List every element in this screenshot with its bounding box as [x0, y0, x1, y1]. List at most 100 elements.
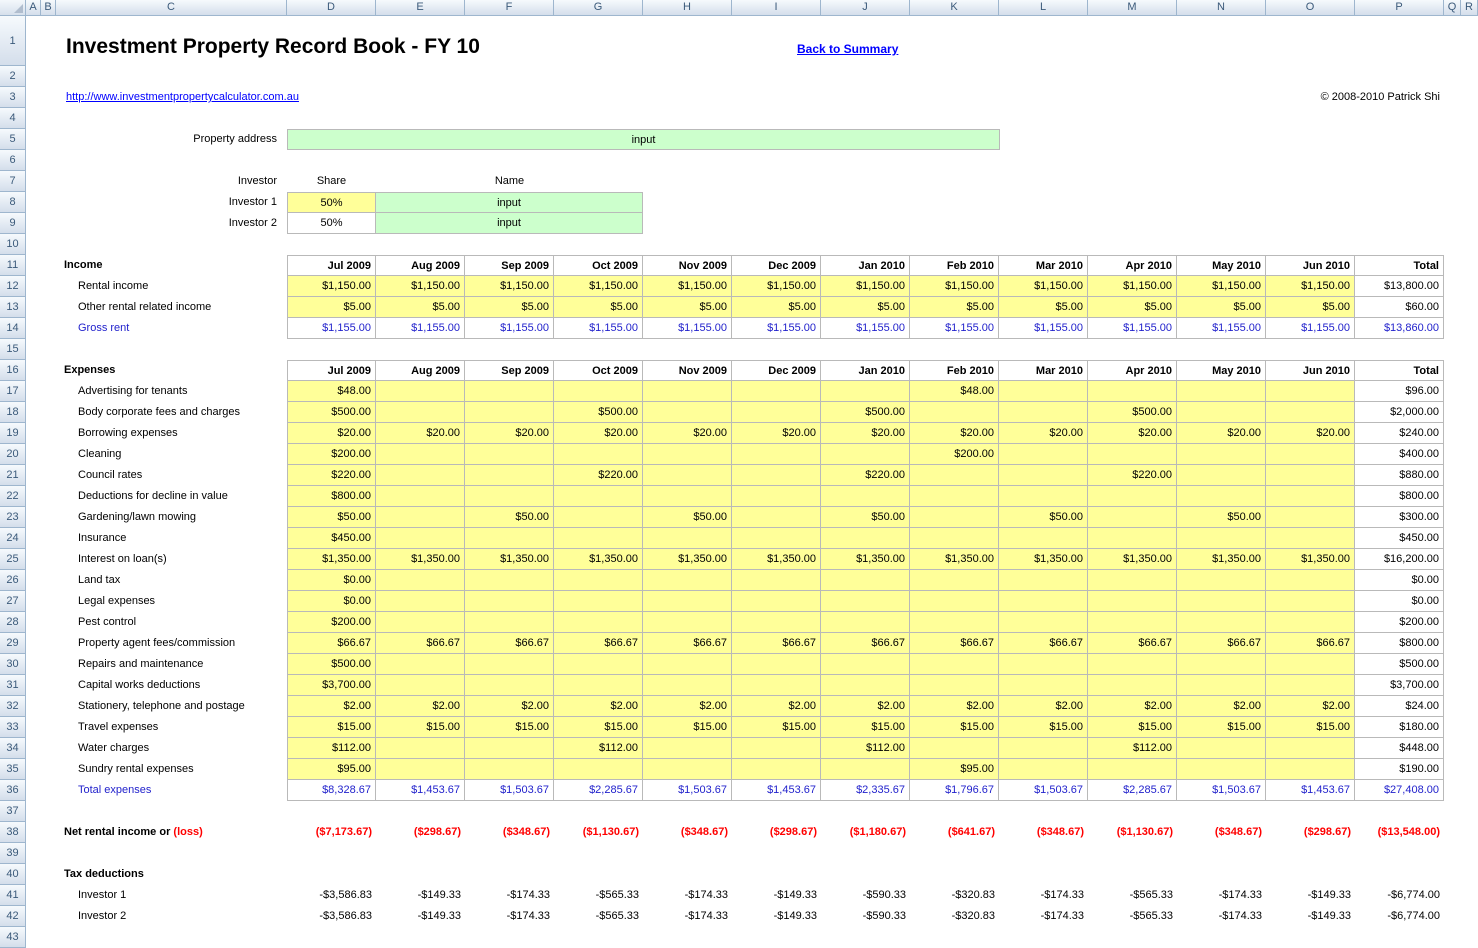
expense-cell[interactable] — [910, 738, 999, 759]
row-header[interactable]: 31 — [0, 675, 26, 696]
expense-cell[interactable]: $1,350.00 — [821, 549, 910, 570]
expense-cell[interactable]: $15.00 — [910, 717, 999, 738]
expense-cell[interactable]: $2.00 — [1088, 696, 1177, 717]
expense-total-cell[interactable]: $448.00 — [1355, 738, 1444, 759]
net-cell[interactable]: ($348.67) — [465, 822, 554, 843]
tax-cell[interactable]: -$320.83 — [910, 906, 999, 927]
income-cell[interactable]: $1,150.00 — [1177, 276, 1266, 297]
row-header[interactable]: 15 — [0, 339, 26, 360]
expense-cell[interactable] — [465, 570, 554, 591]
expense-total-cell[interactable]: $800.00 — [1355, 633, 1444, 654]
expense-cell[interactable] — [910, 675, 999, 696]
income-cell[interactable]: $1,150.00 — [1088, 276, 1177, 297]
income-cell[interactable]: $5.00 — [376, 297, 465, 318]
row-header[interactable]: 41 — [0, 885, 26, 906]
expense-cell[interactable]: $66.67 — [910, 633, 999, 654]
expense-cell[interactable] — [732, 486, 821, 507]
expense-cell[interactable] — [376, 486, 465, 507]
expense-cell[interactable] — [732, 402, 821, 423]
expense-cell[interactable] — [465, 591, 554, 612]
expense-cell[interactable] — [1177, 738, 1266, 759]
expense-cell[interactable] — [1177, 381, 1266, 402]
expense-cell[interactable] — [1177, 675, 1266, 696]
total-expenses-cell[interactable]: $1,453.67 — [732, 780, 821, 801]
expense-total-cell[interactable]: $0.00 — [1355, 570, 1444, 591]
income-cell[interactable]: $1,150.00 — [287, 276, 376, 297]
column-header[interactable]: D — [287, 0, 376, 16]
share-cell[interactable]: 50% — [287, 213, 376, 234]
expense-cell[interactable] — [554, 444, 643, 465]
name-input-cell[interactable]: input — [376, 213, 643, 234]
expense-cell[interactable] — [1177, 486, 1266, 507]
expense-cell[interactable] — [1266, 738, 1355, 759]
expense-cell[interactable]: $15.00 — [1177, 717, 1266, 738]
total-expenses-cell[interactable]: $1,503.67 — [1177, 780, 1266, 801]
net-cell[interactable]: ($1,180.67) — [821, 822, 910, 843]
total-expenses-cell[interactable]: $1,453.67 — [1266, 780, 1355, 801]
expense-cell[interactable]: $112.00 — [821, 738, 910, 759]
expense-cell[interactable] — [465, 402, 554, 423]
tax-cell[interactable]: -$149.33 — [376, 906, 465, 927]
expense-cell[interactable] — [465, 528, 554, 549]
expense-cell[interactable] — [643, 591, 732, 612]
column-header[interactable]: Q — [1444, 0, 1461, 16]
expense-cell[interactable] — [643, 675, 732, 696]
expense-cell[interactable]: $2.00 — [1266, 696, 1355, 717]
expense-cell[interactable]: $20.00 — [554, 423, 643, 444]
expense-cell[interactable] — [910, 591, 999, 612]
expense-cell[interactable] — [465, 612, 554, 633]
column-header[interactable]: N — [1177, 0, 1266, 16]
expense-cell[interactable] — [910, 528, 999, 549]
expense-cell[interactable] — [643, 528, 732, 549]
expense-cell[interactable] — [465, 486, 554, 507]
row-header[interactable]: 39 — [0, 843, 26, 864]
expense-cell[interactable]: $2.00 — [465, 696, 554, 717]
expense-cell[interactable] — [732, 444, 821, 465]
expense-cell[interactable]: $1,350.00 — [643, 549, 732, 570]
expense-cell[interactable] — [1266, 612, 1355, 633]
column-header[interactable]: A — [26, 0, 41, 16]
expense-total-cell[interactable]: $16,200.00 — [1355, 549, 1444, 570]
total-expenses-cell[interactable]: $1,796.67 — [910, 780, 999, 801]
income-cell[interactable]: $1,150.00 — [821, 276, 910, 297]
expense-cell[interactable] — [376, 738, 465, 759]
total-expenses-total-cell[interactable]: $27,408.00 — [1355, 780, 1444, 801]
expense-cell[interactable]: $48.00 — [910, 381, 999, 402]
row-header[interactable]: 32 — [0, 696, 26, 717]
expense-cell[interactable] — [465, 675, 554, 696]
income-cell[interactable]: $1,155.00 — [1266, 318, 1355, 339]
expense-cell[interactable]: $15.00 — [821, 717, 910, 738]
column-header[interactable]: G — [554, 0, 643, 16]
expense-cell[interactable]: $15.00 — [1266, 717, 1355, 738]
row-header[interactable]: 12 — [0, 276, 26, 297]
expense-cell[interactable]: $66.67 — [1088, 633, 1177, 654]
select-all-corner[interactable] — [0, 0, 26, 16]
row-header[interactable]: 37 — [0, 801, 26, 822]
expense-cell[interactable] — [1088, 444, 1177, 465]
expense-cell[interactable]: $20.00 — [1266, 423, 1355, 444]
expense-total-cell[interactable]: $300.00 — [1355, 507, 1444, 528]
expense-cell[interactable]: $2.00 — [910, 696, 999, 717]
expense-cell[interactable] — [1266, 759, 1355, 780]
expense-cell[interactable] — [1088, 507, 1177, 528]
expense-cell[interactable]: $50.00 — [287, 507, 376, 528]
expense-cell[interactable]: $2.00 — [732, 696, 821, 717]
income-total-cell[interactable]: $13,800.00 — [1355, 276, 1444, 297]
expense-cell[interactable] — [1177, 402, 1266, 423]
row-header[interactable]: 34 — [0, 738, 26, 759]
income-cell[interactable]: $1,150.00 — [376, 276, 465, 297]
share-cell[interactable]: 50% — [287, 192, 376, 213]
expense-cell[interactable] — [643, 402, 732, 423]
expense-cell[interactable]: $15.00 — [999, 717, 1088, 738]
income-cell[interactable]: $1,155.00 — [554, 318, 643, 339]
expense-cell[interactable]: $66.67 — [554, 633, 643, 654]
row-header[interactable]: 11 — [0, 255, 26, 276]
expense-cell[interactable]: $66.67 — [999, 633, 1088, 654]
expense-cell[interactable] — [465, 759, 554, 780]
income-cell[interactable]: $5.00 — [554, 297, 643, 318]
tax-cell[interactable]: -$590.33 — [821, 906, 910, 927]
expense-cell[interactable] — [376, 507, 465, 528]
net-cell[interactable]: ($1,130.67) — [554, 822, 643, 843]
column-header[interactable]: M — [1088, 0, 1177, 16]
expense-cell[interactable] — [1266, 444, 1355, 465]
